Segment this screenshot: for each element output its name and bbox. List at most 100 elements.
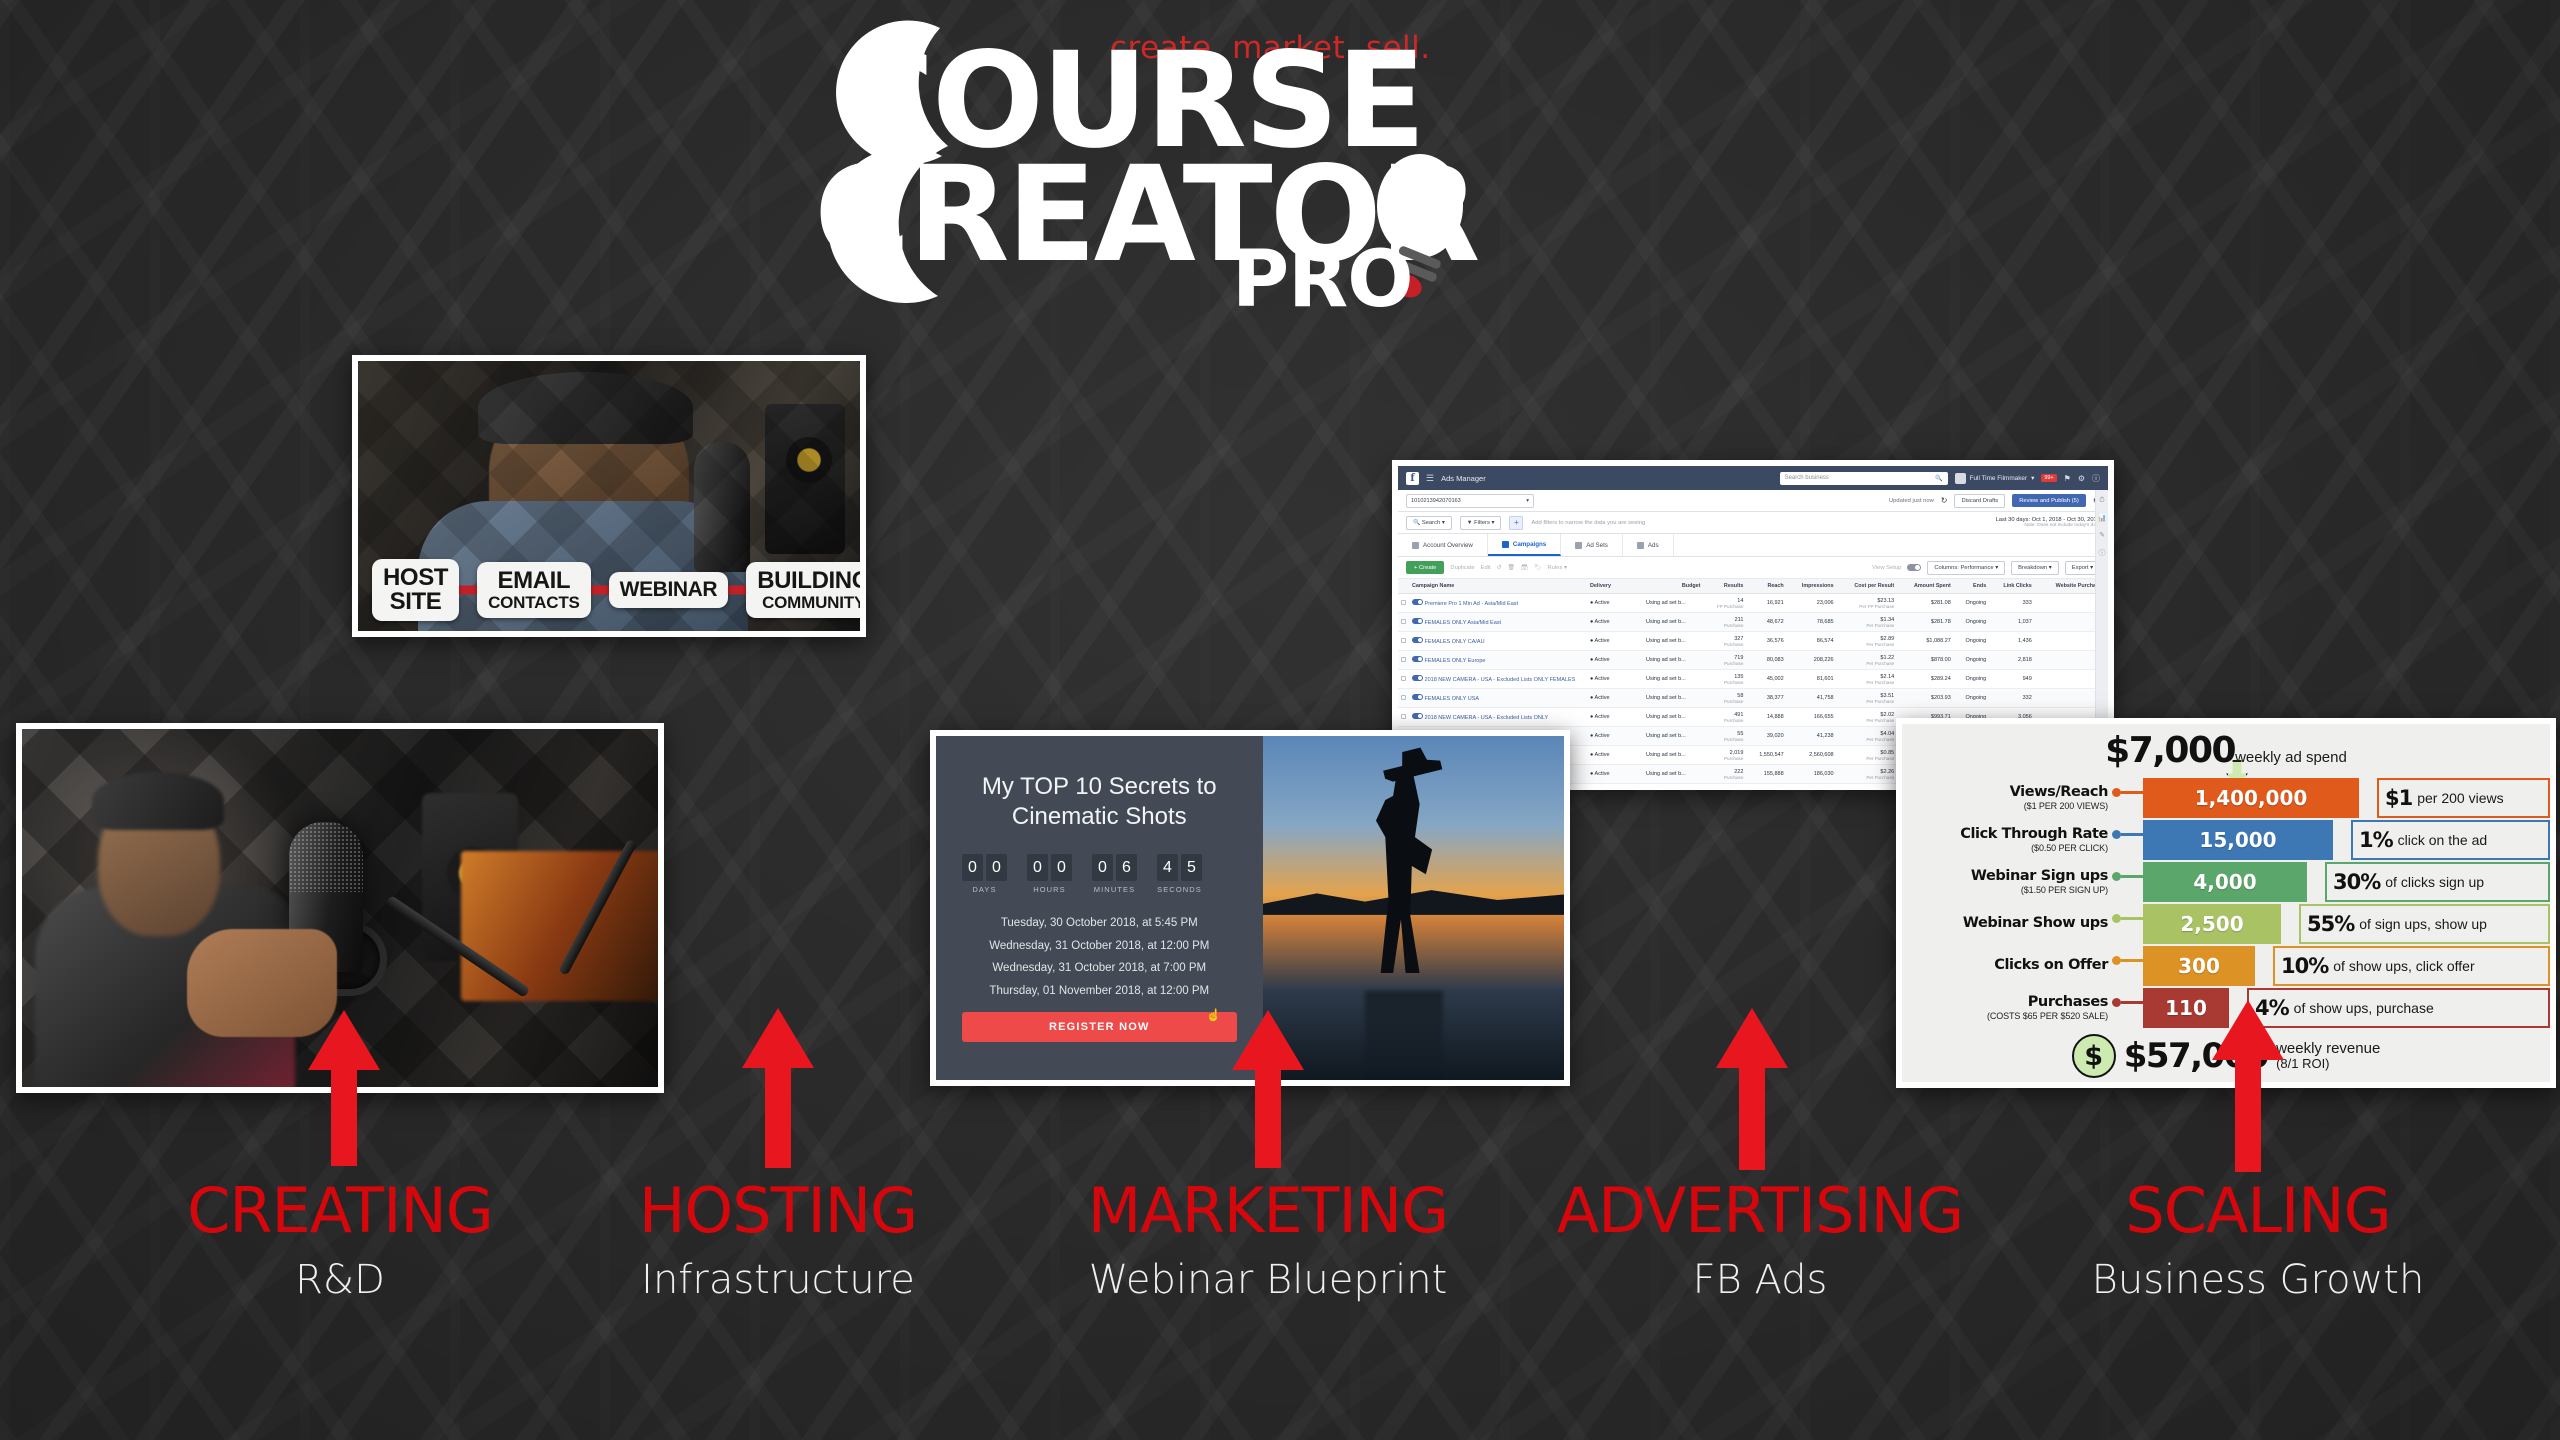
row-select[interactable] <box>1398 707 1409 727</box>
col-delivery[interactable]: Delivery <box>1587 579 1643 594</box>
checkbox-icon[interactable] <box>1401 599 1406 605</box>
row-delivery: ● Active <box>1587 745 1643 765</box>
discard-drafts-button[interactable]: Discard Drafts <box>1954 493 2006 508</box>
checkbox-icon[interactable] <box>1401 637 1406 643</box>
gear-icon[interactable]: ⚙ <box>2078 474 2085 483</box>
info-icon[interactable]: ⓘ <box>2099 548 2106 558</box>
col-reach[interactable]: Reach <box>1746 579 1787 594</box>
col-link-clicks[interactable]: Link Clicks <box>1989 579 2035 594</box>
funnel-stage-connector <box>2121 1000 2143 1004</box>
webinar-session-date[interactable]: Tuesday, 30 October 2018, at 5:45 PM <box>962 912 1237 934</box>
row-select[interactable] <box>1398 612 1409 632</box>
table-row[interactable]: FEMALES ONLY CA/AU ● Active Using ad set b… <box>1398 631 2108 651</box>
edit-button[interactable]: Edit <box>1481 565 1491 571</box>
chart-icon[interactable]: 📊 <box>2098 514 2107 522</box>
row-campaign-name[interactable]: 2018 NEW CAMERA - USA - Excluded Lists O… <box>1409 669 1587 689</box>
funnel-spacer <box>2255 946 2271 986</box>
fb-search-input[interactable]: Search business 🔍 <box>1779 471 1948 485</box>
tab-ad-sets[interactable]: Ad Sets <box>1561 534 1623 556</box>
fb-publish-controls: Updated just now ↻ Discard Drafts Review… <box>1889 493 2100 508</box>
webinar-session-date[interactable]: Wednesday, 31 October 2018, at 12:00 PM <box>962 935 1237 957</box>
checkbox-icon[interactable] <box>1401 713 1406 719</box>
chip-email-contacts[interactable]: EMAIL CONTACTS <box>477 562 591 618</box>
breakdown-button[interactable]: Breakdown ▾ <box>2011 560 2059 575</box>
row-select[interactable] <box>1398 593 1409 613</box>
add-filter-icon[interactable]: + <box>1509 515 1524 530</box>
col-impressions[interactable]: Impressions <box>1786 579 1837 594</box>
row-campaign-name[interactable]: FEMALES ONLY USA <box>1409 688 1587 708</box>
checkbox-icon[interactable] <box>1401 656 1406 662</box>
toggle-switch[interactable] <box>1412 713 1423 719</box>
facebook-logo-icon[interactable]: f <box>1406 471 1419 485</box>
weekly-ad-spend-value: $7,000 <box>2105 730 2236 771</box>
toggle-switch[interactable] <box>1412 637 1423 643</box>
tab-ads[interactable]: Ads <box>1623 534 1674 556</box>
duplicate-button[interactable]: Duplicate <box>1450 565 1474 571</box>
table-row[interactable]: FEMALES ONLY Asia/Mid East ● Active Using … <box>1398 612 2108 632</box>
row-select[interactable] <box>1398 669 1409 689</box>
row-select[interactable] <box>1398 688 1409 708</box>
row-ends: Ongoing <box>1953 593 1990 613</box>
help-icon[interactable]: ⓘ <box>2092 473 2100 484</box>
revert-icon[interactable]: ↺ <box>1497 565 1502 571</box>
row-reach: 45,002 <box>1746 669 1787 689</box>
col-select[interactable] <box>1398 579 1409 594</box>
row-campaign-name[interactable]: Premiere Pro 1 Min Ad - Asia/Mid East <box>1409 593 1587 613</box>
toggle-switch[interactable] <box>1412 694 1423 700</box>
toggle-switch[interactable] <box>1412 675 1423 681</box>
create-campaign-button[interactable]: + Create <box>1406 561 1445 574</box>
row-select[interactable] <box>1398 650 1409 670</box>
col-campaign-name[interactable]: Campaign Name <box>1409 579 1587 594</box>
fb-account-id-select[interactable]: 1010213942070163 ▾ <box>1406 493 1534 508</box>
hamburger-menu-icon[interactable]: ☰ <box>1426 473 1434 484</box>
pencil-icon[interactable]: ✎ <box>2099 531 2105 539</box>
review-publish-button[interactable]: Review and Publish (5) <box>2012 494 2086 507</box>
col-cost-per-result[interactable]: Cost per Result <box>1836 579 1898 594</box>
hosting-screenshot-card[interactable]: HOST SITE EMAIL CONTACTS WEBINAR BUILDIN… <box>352 355 866 637</box>
table-row[interactable]: FEMALES ONLY USA ● Active Using ad set b..… <box>1398 688 2108 708</box>
tag-icon[interactable]: 🏷 <box>1534 565 1541 571</box>
toggle-switch[interactable] <box>1412 656 1423 662</box>
funnel-note-text: per 200 views <box>2417 790 2504 806</box>
delete-icon[interactable]: 🗑 <box>1507 565 1514 571</box>
col-budget[interactable]: Budget <box>1643 579 1704 594</box>
chip-webinar[interactable]: WEBINAR <box>608 572 729 608</box>
tab-account-overview[interactable]: Account Overview <box>1398 534 1488 556</box>
search-filter-button[interactable]: 🔍 Search ▾ <box>1406 515 1452 530</box>
tab-campaigns[interactable]: Campaigns <box>1487 534 1562 556</box>
table-row[interactable]: 2018 NEW CAMERA - USA - Excluded Lists O… <box>1398 669 2108 689</box>
row-campaign-name[interactable]: FEMALES ONLY Asia/Mid East <box>1409 612 1587 632</box>
table-row[interactable]: FEMALES ONLY Europe ● Active Using ad set … <box>1398 650 2108 670</box>
row-campaign-name[interactable]: FEMALES ONLY CA/AU <box>1409 631 1587 651</box>
chip-host-site[interactable]: HOST SITE <box>372 558 460 622</box>
clock-icon[interactable]: ⏱ <box>2099 497 2104 505</box>
tab-campaigns-label: Campaigns <box>1512 540 1547 548</box>
fb-account-switcher[interactable]: Full Time Filmmaker ▾ <box>1954 472 2034 484</box>
table-row[interactable]: Premiere Pro 1 Min Ad - Asia/Mid East ● A… <box>1398 593 2108 613</box>
row-select[interactable] <box>1398 631 1409 651</box>
columns-button[interactable]: Columns: Performance ▾ <box>1927 560 2006 575</box>
row-campaign-name[interactable]: FEMALES ONLY Europe <box>1409 650 1587 670</box>
checkbox-icon[interactable] <box>1401 618 1406 624</box>
webinar-session-date[interactable]: Thursday, 01 November 2018, at 12:00 PM <box>962 980 1237 1002</box>
checkbox-icon[interactable] <box>1401 675 1406 681</box>
checkbox-icon[interactable] <box>1401 694 1406 700</box>
archive-icon[interactable]: 🗃 <box>1521 565 1528 571</box>
col-amount-spent[interactable]: Amount Spent <box>1897 579 1954 594</box>
row-campaign-name[interactable]: 2018 NEW CAMERA - USA - Excluded Lists O… <box>1409 707 1587 727</box>
filters-button[interactable]: ▼ Filters ▾ <box>1459 515 1502 530</box>
toggle-switch[interactable] <box>1412 618 1423 624</box>
flag-icon[interactable]: ⚑ <box>2064 474 2071 483</box>
notification-badge[interactable]: 99+ <box>2041 474 2057 482</box>
rules-button[interactable]: Rules ▾ <box>1548 565 1567 571</box>
col-results[interactable]: Results <box>1703 579 1747 594</box>
refresh-icon[interactable]: ↻ <box>1941 496 1948 505</box>
chip-building-community[interactable]: BUILDING COMMUNITY <box>746 562 860 618</box>
register-now-button[interactable]: REGISTER NOW ☝ <box>962 1008 1237 1043</box>
col-ends[interactable]: Ends <box>1953 579 1990 594</box>
view-setup-toggle[interactable] <box>1907 563 1922 572</box>
row-impressions: 82,005 <box>1786 783 1837 784</box>
webinar-session-date[interactable]: Wednesday, 31 October 2018, at 7:00 PM <box>962 957 1237 979</box>
toggle-switch[interactable] <box>1412 599 1423 605</box>
date-range-picker[interactable]: Last 30 days: Oct 1, 2018 - Oct 30, 2018… <box>1996 517 2100 528</box>
